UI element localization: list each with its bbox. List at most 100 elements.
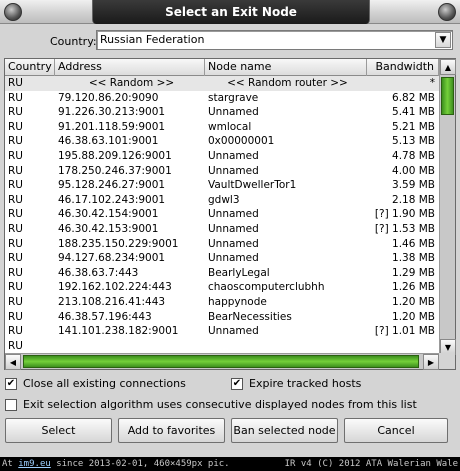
table-row[interactable]: RU 95.128.246.27:9001 VaultDwellerTor1 3.59… [5, 178, 439, 193]
cell-address [55, 339, 205, 354]
cell-address: 79.120.86.20:9090 [58, 91, 159, 104]
table-row[interactable]: RU 188.235.150.229:9001 Unnamed 1.46 MB [5, 237, 439, 252]
cell-country: RU [8, 149, 23, 162]
cell-node-name: Unnamed [208, 252, 259, 265]
cell-node-name: stargrave [208, 91, 259, 104]
close-connections-label: Close all existing connections [23, 377, 186, 390]
cell-bandwidth: [?] 1.53 MB [374, 222, 435, 235]
table-row[interactable]: RU 46.30.42.154:9001 Unnamed [?] 1.90 MB [5, 207, 439, 222]
cell-address: 178.250.246.37:9001 [58, 164, 172, 177]
table-row[interactable]: RU << Random >> << Random router >> * [5, 76, 439, 91]
cell-bandwidth: 5.13 MB [392, 135, 435, 148]
cell-country: RU [8, 208, 23, 221]
cell-node-name: << Random router >> [227, 77, 348, 89]
cell-node-name: BearlyLegal [208, 266, 270, 279]
vertical-scroll-thumb[interactable] [441, 77, 454, 115]
table-body: RU << Random >> << Random router >> * RU 79.1… [5, 76, 439, 355]
cell-node-name: Unnamed [208, 208, 259, 221]
column-header-bandwidth[interactable]: Bandwidth [367, 59, 439, 76]
cell-country: RU [8, 310, 23, 323]
table-row[interactable]: RU 91.201.118.59:9001 wmlocal 5.21 MB [5, 120, 439, 135]
cell-bandwidth: [?] 1.01 MB [374, 325, 435, 338]
table-row[interactable]: RU 91.226.30.213:9001 Unnamed 5.41 MB [5, 105, 439, 120]
cell-bandwidth: 5.41 MB [392, 106, 435, 119]
cell-country: RU [8, 295, 23, 308]
cell-node-name: Unnamed [208, 325, 259, 338]
consecutive-nodes-option[interactable]: Exit selection algorithm uses consecutiv… [5, 398, 417, 411]
ban-node-button[interactable]: Ban selected node [231, 418, 338, 443]
consecutive-nodes-checkbox[interactable] [5, 398, 17, 411]
title-bar: Select an Exit Node [0, 0, 460, 24]
cell-bandwidth: [?] 1.90 MB [374, 208, 435, 221]
cell-country: RU [8, 91, 23, 104]
watermark-footer: At im9.eu since 2013-02-01, 460×459px pi… [0, 457, 460, 471]
column-header-country[interactable]: Country [5, 59, 55, 76]
cell-address: 195.88.209.126:9001 [58, 149, 172, 162]
country-select-value: Russian Federation [100, 33, 205, 46]
expire-hosts-label: Expire tracked hosts [249, 377, 362, 390]
close-connections-checkbox[interactable]: ✔ [5, 377, 17, 390]
cell-node-name: Unnamed [208, 237, 259, 250]
cell-node-name: wmlocal [208, 120, 252, 133]
cell-bandwidth: 5.21 MB [392, 120, 435, 133]
cell-country: RU [8, 120, 23, 133]
cell-bandwidth: 4.78 MB [392, 149, 435, 162]
cell-bandwidth: 1.29 MB [392, 266, 435, 279]
footer-credit: IR v4 (C) 2012 ATA Walerian Wale [284, 459, 458, 469]
table-row[interactable]: RU 213.108.216.41:443 happynode 1.20 MB [5, 295, 439, 310]
cancel-button[interactable]: Cancel [344, 418, 448, 443]
window-title: Select an Exit Node [92, 0, 370, 24]
column-header-address[interactable]: Address [55, 59, 205, 76]
cell-node-name: BearNecessities [208, 310, 292, 323]
footer-text: since 2013-02-01, 460×459px pic. [50, 459, 230, 469]
column-header-node-name[interactable]: Node name [205, 59, 367, 76]
consecutive-nodes-label: Exit selection algorithm uses consecutiv… [23, 398, 417, 411]
table-row[interactable]: RU 46.17.102.243:9001 gdwl3 2.18 MB [5, 193, 439, 208]
table-row[interactable]: RU 178.250.246.37:9001 Unnamed 4.00 MB [5, 164, 439, 179]
exit-node-dialog: Select an Exit Node Country: Russian Fed… [0, 0, 460, 471]
horizontal-scrollbar[interactable]: ◀ ▶ [5, 353, 439, 370]
expire-hosts-option[interactable]: ✔ Expire tracked hosts [231, 377, 361, 390]
cell-node-name: VaultDwellerTor1 [208, 179, 297, 192]
close-connections-option[interactable]: ✔ Close all existing connections [5, 377, 186, 390]
table-row[interactable]: RU [5, 339, 439, 354]
table-row[interactable]: RU 141.101.238.182:9001 Unnamed [?] 1.01 MB [5, 324, 439, 339]
table-row[interactable]: RU 46.38.63.101:9001 0x00000001 5.13 MB [5, 134, 439, 149]
cell-address: 192.162.102.224:443 [58, 281, 172, 294]
add-to-favorites-button[interactable]: Add to favorites [118, 418, 225, 443]
table-row[interactable]: RU 94.127.68.234:9001 Unnamed 1.38 MB [5, 251, 439, 266]
cell-country: RU [8, 135, 23, 148]
scroll-up-icon[interactable]: ▲ [440, 59, 456, 75]
table-row[interactable]: RU 46.38.63.7:443 BearlyLegal 1.29 MB [5, 266, 439, 281]
cell-bandwidth: 1.38 MB [392, 252, 435, 265]
table-row[interactable]: RU 79.120.86.20:9090 stargrave 6.82 MB [5, 91, 439, 106]
horizontal-scroll-thumb[interactable] [23, 355, 419, 368]
country-select[interactable]: Russian Federation ▼ [96, 30, 453, 50]
chevron-down-icon[interactable]: ▼ [435, 32, 451, 48]
close-icon[interactable] [438, 3, 456, 21]
cell-bandwidth: 3.59 MB [392, 179, 435, 192]
cell-bandwidth: 1.26 MB [392, 281, 435, 294]
table-row[interactable]: RU 195.88.209.126:9001 Unnamed 4.78 MB [5, 149, 439, 164]
cell-country: RU [8, 106, 23, 119]
cell-node-name: Unnamed [208, 106, 259, 119]
footer-link[interactable]: im9.eu [18, 459, 51, 469]
table-header: Country Address Node name Bandwidth [5, 59, 439, 76]
scroll-right-icon[interactable]: ▶ [423, 354, 439, 370]
table-row[interactable]: RU 46.30.42.153:9001 Unnamed [?] 1.53 MB [5, 222, 439, 237]
select-button[interactable]: Select [5, 418, 112, 443]
cell-node-name: gdwl3 [208, 193, 240, 206]
table-row[interactable]: RU 192.162.102.224:443 chaoscomputerclubhh… [5, 280, 439, 295]
expire-hosts-checkbox[interactable]: ✔ [231, 377, 243, 390]
cell-address: 46.30.42.154:9001 [58, 208, 159, 221]
footer-prefix: At [2, 459, 19, 469]
scroll-left-icon[interactable]: ◀ [5, 354, 21, 370]
cell-country: RU [8, 339, 23, 352]
cell-country: RU [8, 164, 23, 177]
cell-address: 141.101.238.182:9001 [58, 325, 179, 338]
table-row[interactable]: RU 46.38.57.196:443 BearNecessities 1.20 MB [5, 310, 439, 325]
vertical-scrollbar[interactable]: ▲ ▼ [439, 59, 456, 355]
cell-country: RU [8, 179, 23, 192]
window-menu-icon[interactable] [4, 3, 22, 21]
cell-country: RU [8, 266, 23, 279]
